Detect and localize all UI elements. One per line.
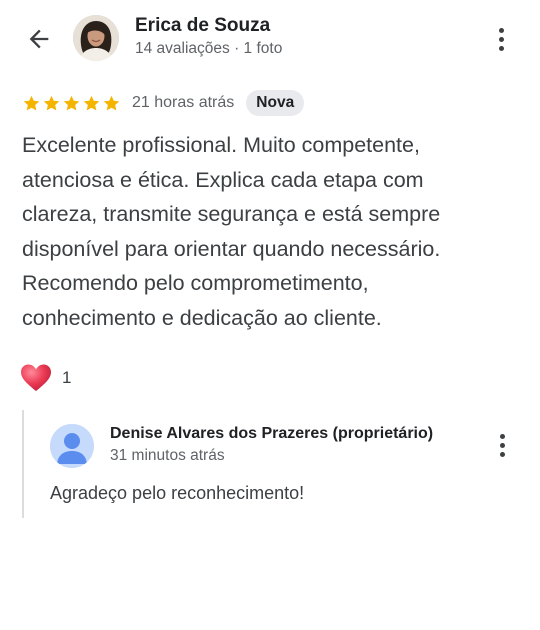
reply-more-button[interactable] — [492, 430, 512, 460]
review-header: Erica de Souza 14 avaliações · 1 foto — [0, 0, 540, 80]
owner-name: Denise Alvares dos Prazeres (proprietári… — [110, 425, 434, 442]
star-icon — [23, 95, 40, 110]
back-button[interactable] — [22, 22, 56, 56]
review-text: Excelente profissional. Muito competente… — [22, 133, 441, 330]
owner-reply: Denise Alvares dos Prazeres (proprietári… — [22, 410, 524, 518]
more-vertical-icon — [498, 27, 504, 33]
arrow-back-icon — [29, 29, 49, 49]
reviewer-meta: 14 avaliações · 1 foto — [135, 40, 283, 57]
more-vertical-icon — [499, 433, 505, 439]
default-avatar-icon — [50, 424, 94, 468]
heart-icon — [21, 364, 51, 391]
star-icon — [43, 95, 60, 110]
star-rating — [22, 94, 121, 113]
review-more-button[interactable] — [491, 24, 511, 54]
star-icon — [83, 95, 100, 110]
review-time: 21 horas atrás — [132, 94, 235, 111]
reviewer-name[interactable]: Erica de Souza — [135, 15, 270, 37]
rating-row: 21 horas atrás Nova — [22, 89, 305, 117]
reply-text: Agradeço pelo reconhecimento! — [50, 483, 305, 503]
reaction-count: 1 — [62, 368, 72, 387]
reaction-button[interactable]: 1 — [20, 360, 71, 396]
reply-time: 31 minutos atrás — [110, 447, 225, 464]
star-icon — [63, 95, 80, 110]
reviewer-avatar[interactable] — [73, 15, 119, 61]
reviewer-photo — [73, 15, 119, 61]
new-badge: Nova — [246, 90, 305, 116]
star-icon — [103, 95, 120, 110]
owner-avatar[interactable] — [50, 424, 94, 468]
